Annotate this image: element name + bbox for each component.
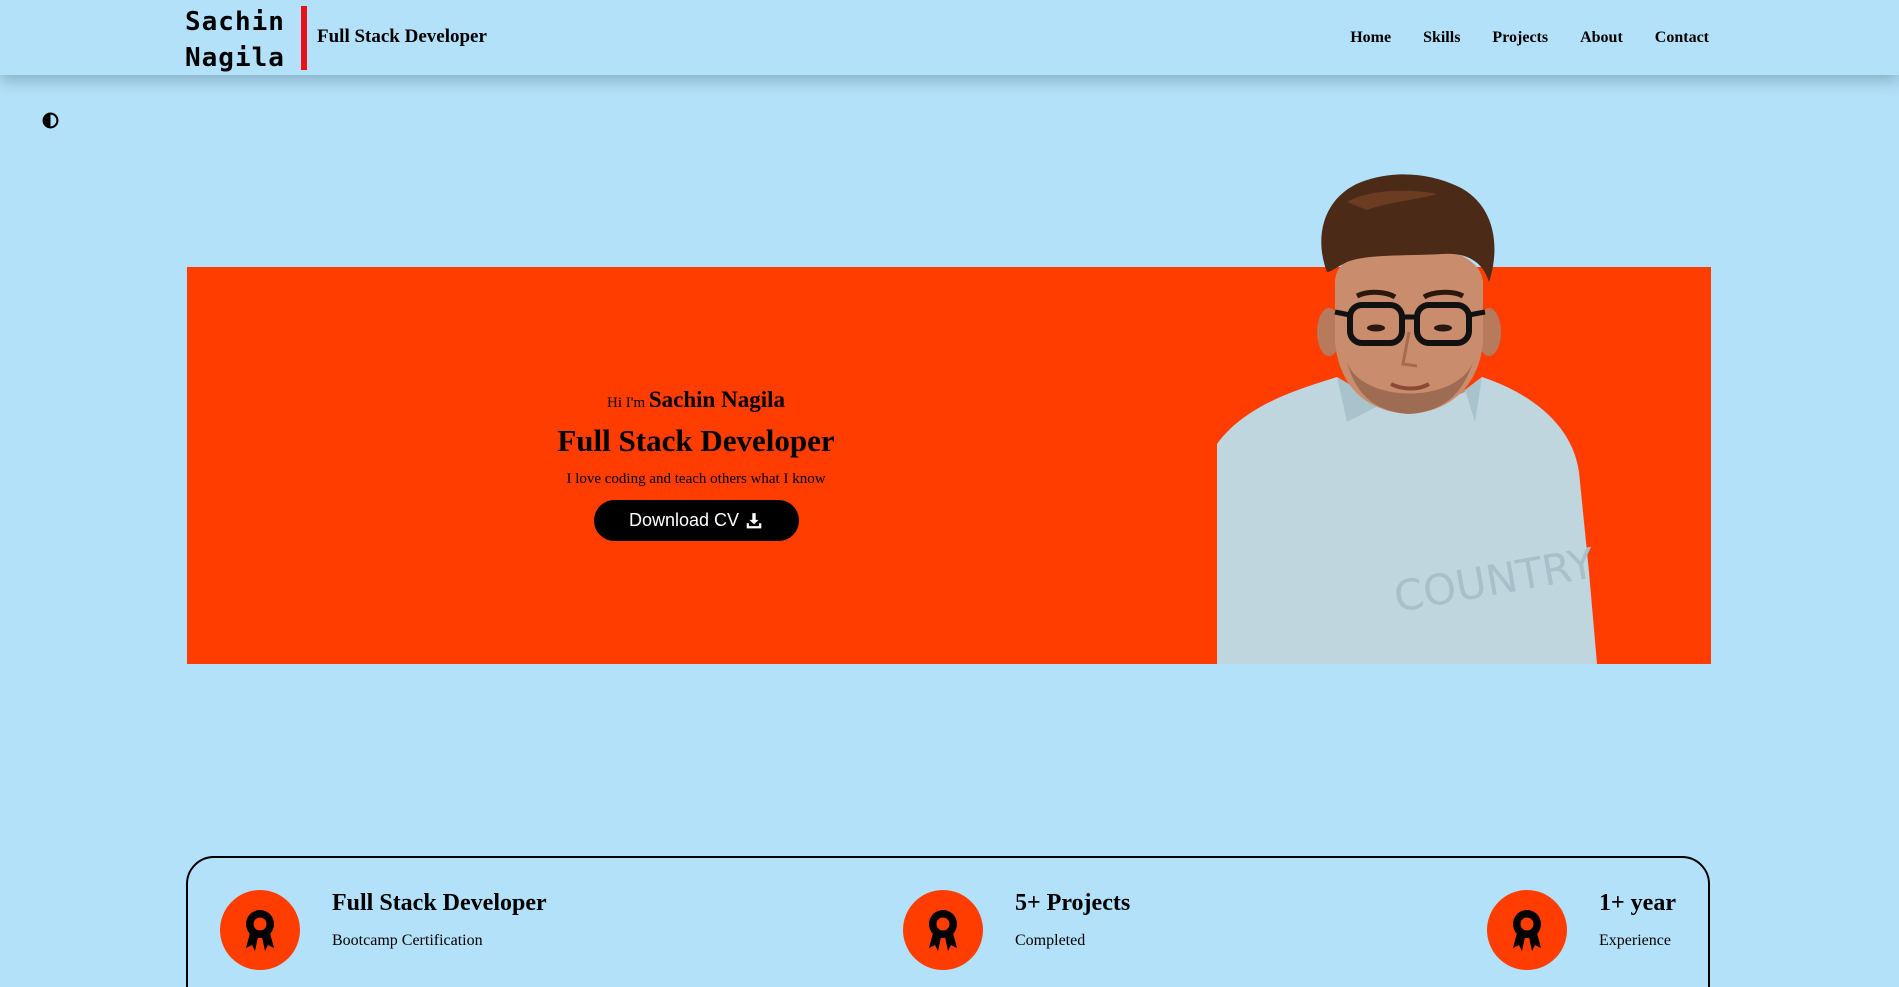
portfolio-page: Sachin Nagila Full Stack Developer Home …: [0, 0, 1899, 987]
stat-subtitle: Bootcamp Certification: [332, 932, 483, 949]
nav-about[interactable]: About: [1580, 29, 1623, 47]
brand-last-name: Nagila: [185, 43, 285, 73]
award-icon: [246, 910, 274, 951]
stat-medal: [903, 890, 983, 970]
hero-greeting: Hi I'm: [607, 395, 646, 411]
hero-role: Full Stack Developer: [557, 423, 835, 458]
brand-divider: [301, 6, 307, 70]
award-icon: [1513, 910, 1541, 951]
stat-medal: [220, 890, 300, 970]
hero-name: Sachin Nagila: [648, 387, 785, 412]
stats-card: Full Stack Developer Bootcamp Certificat…: [186, 856, 1710, 987]
stat-title: 5+ Projects: [1015, 890, 1131, 916]
stat-medal: [1487, 890, 1567, 970]
award-icon: [929, 910, 957, 951]
profile-photo: COUNTRY ROAD: [1217, 174, 1597, 664]
hero-tagline: I love coding and teach others what I kn…: [566, 471, 826, 487]
hero-greeting-line: Hi I'm Sachin Nagila: [541, 387, 851, 413]
brand-logo[interactable]: Sachin Nagila: [185, 4, 285, 76]
nav-skills[interactable]: Skills: [1423, 29, 1460, 47]
hero-text: Hi I'm Sachin Nagila Full Stack Develope…: [541, 387, 851, 541]
stat-title: Full Stack Developer: [332, 890, 547, 916]
main-nav: Home Skills Projects About Contact: [1350, 29, 1709, 47]
download-cv-button[interactable]: Download CV: [593, 500, 799, 541]
stat-subtitle: Experience: [1599, 932, 1671, 949]
brand-role: Full Stack Developer: [317, 26, 487, 47]
site-header: Sachin Nagila Full Stack Developer Home …: [0, 0, 1899, 75]
nav-projects[interactable]: Projects: [1492, 29, 1548, 47]
contrast-icon: [42, 112, 59, 129]
nav-home[interactable]: Home: [1350, 29, 1391, 47]
stat-subtitle: Completed: [1015, 932, 1086, 949]
download-cv-label: Download CV: [628, 510, 740, 530]
stat-title: 1+ year: [1599, 890, 1676, 916]
download-icon: [746, 512, 762, 528]
theme-toggle-button[interactable]: [42, 112, 59, 129]
brand-first-name: Sachin: [185, 7, 285, 37]
nav-contact[interactable]: Contact: [1655, 29, 1709, 47]
